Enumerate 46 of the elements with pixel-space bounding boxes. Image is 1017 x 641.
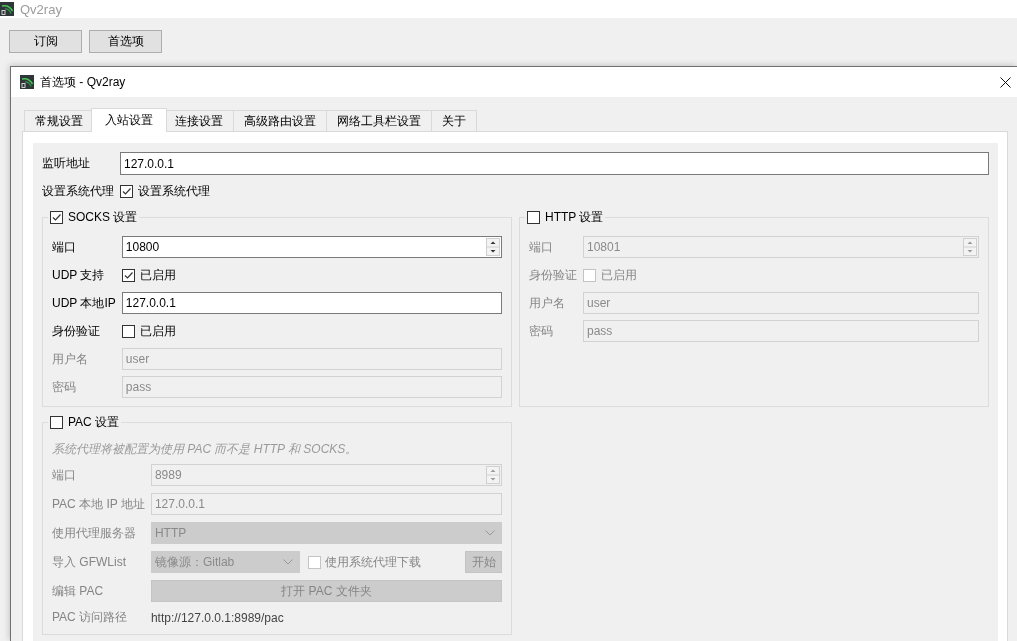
field-label: 导入 GFWList <box>52 553 127 571</box>
hint-text: 系统代理将被配置为使用 PAC 而不是 HTTP 和 SOCKS。 <box>52 441 359 457</box>
checkbox[interactable] <box>121 324 135 338</box>
field-label: UDP 支持 <box>52 266 106 284</box>
tab[interactable]: 关于 <box>431 110 477 131</box>
spin-box[interactable]: 10800 <box>121 236 502 258</box>
checkbox-label[interactable]: 已启用 <box>139 322 176 340</box>
field-label: 用户名 <box>52 350 89 368</box>
field-label: 身份验证 <box>52 322 101 340</box>
field-label: PAC 本地 IP 地址 <box>52 495 145 513</box>
group-title[interactable]: PAC 设置 <box>68 413 120 431</box>
up-down-arrows-icon[interactable] <box>486 238 500 256</box>
field-label: 密码 <box>52 378 77 396</box>
field-label: PAC 访问路径 <box>52 609 129 626</box>
toolbar-button[interactable]: 首选项 <box>89 30 162 53</box>
tab[interactable]: 常规设置 <box>24 110 94 131</box>
app-icon <box>0 2 14 16</box>
checkbox[interactable] <box>50 210 63 224</box>
checkbox[interactable] <box>121 268 135 282</box>
field-label: 身份验证 <box>529 266 577 284</box>
checkbox-label[interactable]: 已启用 <box>139 266 176 284</box>
text-field[interactable]: 127.0.0.1 <box>121 292 502 314</box>
checkbox[interactable] <box>50 415 63 429</box>
checkbox[interactable] <box>527 210 540 224</box>
field-label: 端口 <box>52 466 77 484</box>
field-label: 密码 <box>529 322 554 340</box>
tab[interactable]: 入站设置 <box>91 108 167 132</box>
field-label: 用户名 <box>529 294 566 312</box>
url-text: http://127.0.0.1:8989/pac <box>150 610 284 625</box>
checkbox-label[interactable]: 设置系统代理 <box>138 183 210 200</box>
field-label: 监听地址 <box>42 155 91 172</box>
field-label: UDP 本地IP <box>52 294 116 312</box>
checkbox[interactable] <box>120 185 133 198</box>
field-label: 端口 <box>52 238 77 256</box>
field-label: 设置系统代理 <box>42 183 114 200</box>
field-label: 使用代理服务器 <box>52 524 137 542</box>
group-title[interactable]: HTTP 设置 <box>545 208 604 226</box>
dialog-title: 首选项 - Qv2ray <box>40 73 126 91</box>
toolbar-button[interactable]: 订阅 <box>9 30 82 53</box>
field-label: 端口 <box>529 238 554 256</box>
app-icon <box>20 75 34 89</box>
close-icon[interactable] <box>1000 76 1011 88</box>
field-label: 编辑 PAC <box>52 582 105 600</box>
window-title: Qv2ray <box>20 1 62 17</box>
text-field[interactable]: 127.0.0.1 <box>120 152 989 175</box>
group-title[interactable]: SOCKS 设置 <box>68 208 138 226</box>
